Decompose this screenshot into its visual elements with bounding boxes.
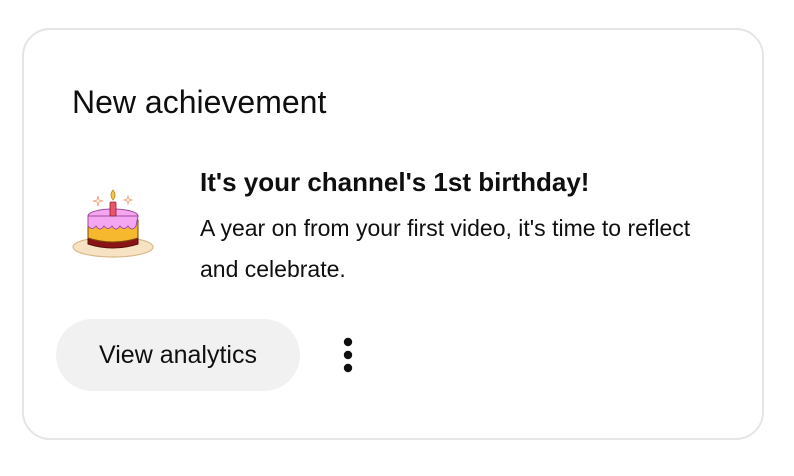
view-analytics-button[interactable]: View analytics [56,319,300,391]
achievement-card: New achievement It's your channel's 1st … [22,28,764,440]
birthday-cake-icon [70,184,156,260]
achievement-description: A year on from your first video, it's ti… [200,215,691,282]
achievement-title: It's your channel's 1st birthday! [200,167,590,197]
more-vertical-icon [343,337,353,373]
card-title: New achievement [72,84,327,120]
more-options-button[interactable] [326,333,370,377]
